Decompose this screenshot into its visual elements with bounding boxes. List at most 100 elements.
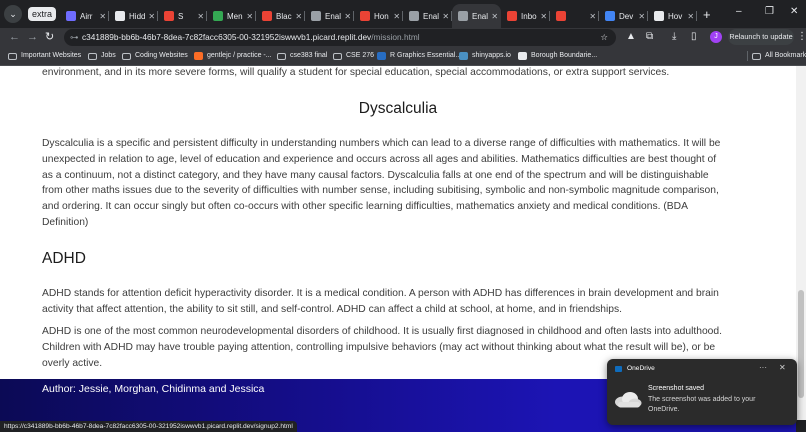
tab-strip: ⌄ extra Airr ✕ Hidd ✕ S ✕ Men ✕ Blac ✕ Enal ✕ Hon ✕ En… <box>0 0 806 28</box>
tab-favicon-icon <box>262 11 273 21</box>
adhd-heading: ADHD <box>42 250 86 267</box>
browser-tab[interactable]: Airr ✕ <box>60 4 110 28</box>
bookmark-item[interactable]: Important Websites <box>8 51 81 61</box>
download-icon[interactable]: ⤓ <box>672 31 676 43</box>
tab-title: Enal <box>423 11 440 21</box>
bookmark-item[interactable]: gentlejc / practice -... <box>194 51 272 61</box>
browser-tab[interactable]: Enal ✕ <box>305 4 355 28</box>
profile-avatar[interactable]: J <box>710 31 722 43</box>
tab-title: Dev <box>619 11 634 21</box>
bookmarks-separator <box>747 51 748 61</box>
bookmark-item[interactable]: cse383 final <box>277 51 327 61</box>
tab-favicon-icon <box>66 11 77 21</box>
site-info-icon[interactable]: ⊶ <box>70 29 78 46</box>
tab-close-icon[interactable]: ✕ <box>148 12 155 21</box>
new-tab-button[interactable]: + <box>703 7 711 22</box>
folder-icon <box>277 52 286 60</box>
tab-favicon-icon <box>360 11 371 21</box>
back-button[interactable]: ← <box>9 29 20 45</box>
tab-close-icon[interactable]: ✕ <box>197 12 204 21</box>
notification-app-name: OneDrive <box>627 365 655 372</box>
browser-tab[interactable]: Dev ✕ <box>599 4 649 28</box>
tab-group-label[interactable]: extra <box>28 7 57 21</box>
onedrive-notification[interactable]: OneDrive ··· ✕ Screenshot saved The scre… <box>607 359 797 425</box>
tab-search-button[interactable]: ⌄ <box>4 5 22 23</box>
browser-tab[interactable]: Hidd ✕ <box>109 4 159 28</box>
dyscalculia-heading: Dyscalculia <box>358 100 438 117</box>
tab-close-icon[interactable]: ✕ <box>393 12 400 21</box>
r-icon <box>377 52 386 60</box>
browser-tab[interactable]: S ✕ <box>158 4 208 28</box>
bookmark-item[interactable]: Borough Boundarie... <box>518 51 597 61</box>
bookmark-label: gentlejc / practice -... <box>207 52 272 59</box>
tab-favicon-icon <box>605 11 616 21</box>
bookmark-label: Important Websites <box>21 52 82 59</box>
all-bookmarks-button[interactable]: All Bookmarks <box>752 51 806 61</box>
maximize-button[interactable]: ❐ <box>765 6 774 17</box>
browser-tab[interactable]: Enal ✕ <box>403 4 453 28</box>
bookmark-star-icon[interactable]: ☆ <box>601 29 608 46</box>
tab-close-icon[interactable]: ✕ <box>442 12 449 21</box>
extensions-puzzle-icon[interactable]: ⧉ <box>646 31 653 43</box>
browser-tab[interactable]: ✕ <box>550 4 600 28</box>
tab-close-icon[interactable]: ✕ <box>687 12 694 21</box>
tab-favicon-icon <box>115 11 126 21</box>
folder-icon <box>752 52 761 60</box>
window-close-button[interactable]: ✕ <box>790 6 798 17</box>
relaunch-button[interactable]: Relaunch to update <box>728 29 794 45</box>
menu-kebab-icon[interactable]: ⋮ <box>797 31 806 43</box>
bookmark-item[interactable]: Jobs <box>88 51 116 61</box>
tab-close-icon[interactable]: ✕ <box>540 12 547 21</box>
minimize-button[interactable]: – <box>736 6 742 17</box>
tab-close-icon[interactable]: ✕ <box>589 12 596 21</box>
bookmark-label: shinyapps.io <box>472 52 511 59</box>
extension-m-icon[interactable]: ▲ <box>626 31 636 43</box>
tab-favicon-icon <box>409 11 420 21</box>
browser-tab[interactable]: Hon ✕ <box>354 4 404 28</box>
address-bar[interactable]: ⊶ c341889b-bb6b-46b7-8dea-7c82facc6305-00… <box>64 29 616 46</box>
tab-close-icon[interactable]: ✕ <box>246 12 253 21</box>
tab-favicon-icon <box>654 11 665 21</box>
gitlab-icon <box>194 52 203 60</box>
folder-icon <box>333 52 342 60</box>
forward-button[interactable]: → <box>27 29 38 45</box>
scrollbar-thumb[interactable] <box>798 290 804 398</box>
bookmark-item[interactable]: Coding Websites <box>122 51 188 61</box>
bookmark-item[interactable]: CSE 276 <box>333 51 374 61</box>
tab-favicon-icon <box>507 11 518 21</box>
tab-close-icon[interactable]: ✕ <box>491 12 498 21</box>
bookmark-item[interactable]: shinyapps.io <box>459 51 511 61</box>
reload-button[interactable]: ↻ <box>45 29 54 45</box>
browser-tab[interactable]: Men ✕ <box>207 4 257 28</box>
tab-title: Hov <box>668 11 683 21</box>
page-icon <box>518 52 527 60</box>
tab-title: Enal <box>325 11 342 21</box>
bookmark-item[interactable]: R Graphics Essential... <box>377 51 461 61</box>
tab-favicon-icon <box>164 11 175 21</box>
tab-close-icon[interactable]: ✕ <box>99 12 106 21</box>
browser-tab[interactable]: Blac ✕ <box>256 4 306 28</box>
tab-close-icon[interactable]: ✕ <box>344 12 351 21</box>
tab-close-icon[interactable]: ✕ <box>295 12 302 21</box>
shiny-icon <box>459 52 468 60</box>
tab-title: Blac <box>276 11 292 21</box>
notification-close-icon[interactable]: ✕ <box>779 363 786 372</box>
page-scrollbar[interactable] <box>796 66 806 420</box>
browser-tab[interactable]: Enal ✕ <box>452 4 502 28</box>
browser-window: ⌄ extra Airr ✕ Hidd ✕ S ✕ Men ✕ Blac ✕ Enal ✕ Hon ✕ En… <box>0 0 806 432</box>
notification-more-icon[interactable]: ··· <box>759 363 767 372</box>
tab-close-icon[interactable]: ✕ <box>638 12 645 21</box>
notification-body: The screenshot was added to your OneDriv… <box>648 396 756 413</box>
tab-favicon-icon <box>458 11 469 21</box>
tab-title: Airr <box>80 11 93 21</box>
folder-icon <box>8 52 17 60</box>
dyscalculia-paragraph: Dyscalculia is a specific and persistent… <box>42 138 721 228</box>
tab-title: Hon <box>374 11 389 21</box>
browser-tab[interactable]: Inbo ✕ <box>501 4 551 28</box>
side-panel-icon[interactable]: ▯ <box>691 31 697 43</box>
bookmarks-bar: Important Websites Jobs Coding Websites gen… <box>0 46 806 66</box>
browser-toolbar: ← → ↻ ⊶ c341889b-bb6b-46b7-8dea-7c82facc6… <box>0 28 806 46</box>
browser-tab[interactable]: Hov ✕ <box>648 4 698 28</box>
bookmark-label: Jobs <box>101 52 116 59</box>
notification-title: Screenshot saved <box>648 385 705 392</box>
